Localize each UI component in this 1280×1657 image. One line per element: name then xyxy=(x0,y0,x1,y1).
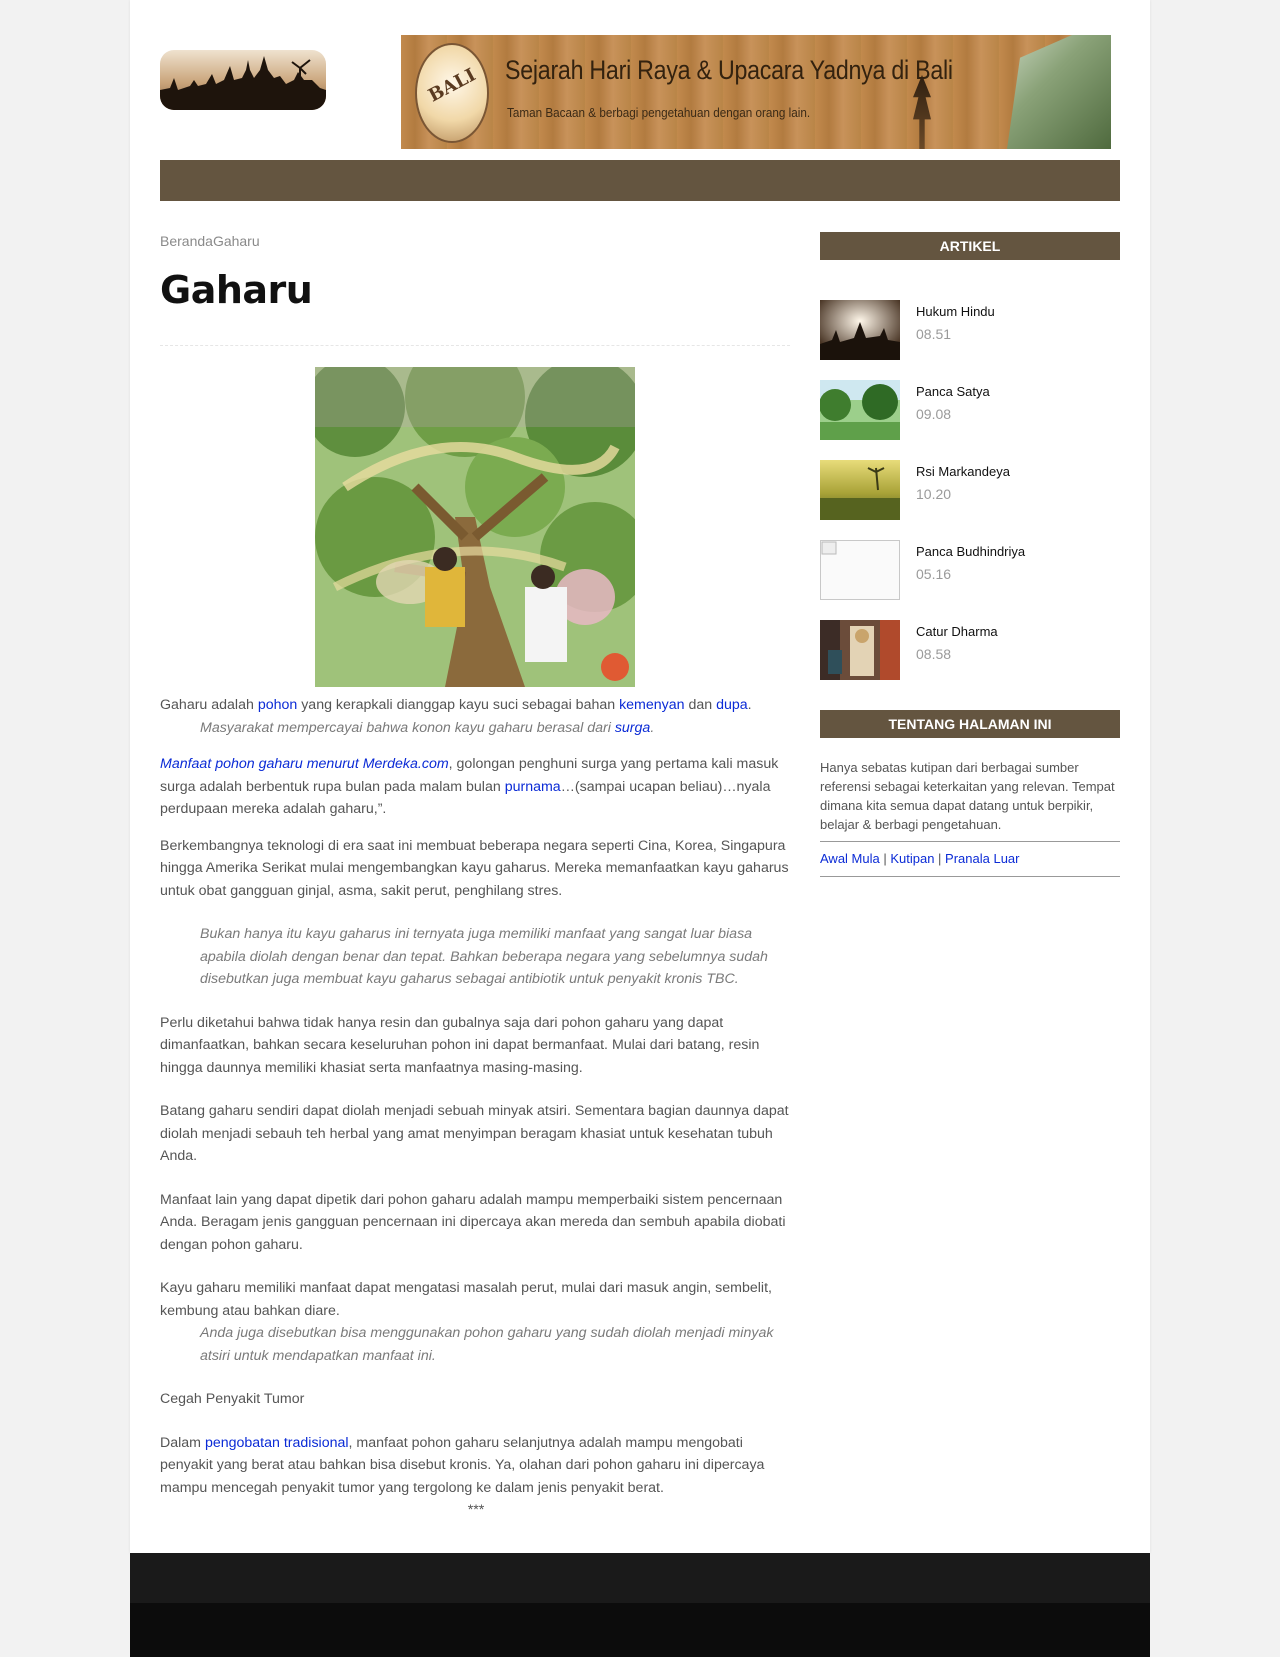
post-time: 10.20 xyxy=(916,486,952,502)
paragraph-merdeka: Manfaat pohon gaharu menurut Merdeka.com… xyxy=(160,753,792,821)
banner-subtitle: Taman Bacaan & berbagi pengetahuan denga… xyxy=(507,105,811,120)
page-title: Gaharu xyxy=(160,268,313,312)
breadcrumb: BerandaGaharu xyxy=(160,233,260,249)
widget-heading-about: TENTANG HALAMAN INI xyxy=(820,710,1120,738)
sidebar-post[interactable]: Rsi Markandeya 10.20 xyxy=(820,460,1120,520)
link-surga[interactable]: surga xyxy=(615,720,651,736)
site-logo[interactable] xyxy=(160,50,326,110)
banner-title: Sejarah Hari Raya & Upacara Yadnya di Ba… xyxy=(505,55,953,85)
post-thumbnail-broken-image[interactable] xyxy=(820,540,900,600)
paragraph-pencernaan: Manfaat lain yang dapat dipetik dari poh… xyxy=(160,1191,786,1253)
blockquote-surga: Masyarakat mempercayai bahwa konon kayu … xyxy=(200,717,792,740)
gaharu-tree-illustration xyxy=(305,337,650,687)
about-divider-top xyxy=(820,841,1120,842)
sidebar-post[interactable]: Catur Dharma 08.58 xyxy=(820,620,1120,680)
text: dan xyxy=(684,697,717,713)
about-text: Hanya sebatas kutipan dari berbagai sumb… xyxy=(820,760,1115,832)
paragraph-teknologi: Berkembangnya teknologi di era saat ini … xyxy=(160,837,789,899)
footer-bottom xyxy=(130,1603,1150,1657)
bali-badge-icon: BALI xyxy=(415,43,489,143)
blockquote-antibiotik: Bukan hanya itu kayu gaharus ini ternyat… xyxy=(200,926,768,987)
link-pengobatan-tradisional[interactable]: pengobatan tradisional xyxy=(205,1435,349,1451)
main-navbar xyxy=(160,160,1120,201)
paragraph-batang: Batang gaharu sendiri dapat diolah menja… xyxy=(160,1103,789,1164)
banner-photo-collage xyxy=(1007,35,1111,149)
paragraph-resin: Perlu diketahui bahwa tidak hanya resin … xyxy=(160,1014,760,1076)
post-thumbnail[interactable] xyxy=(820,300,900,360)
post-time: 09.08 xyxy=(916,406,952,422)
breadcrumb-current: Gaharu xyxy=(212,233,260,249)
link-awal-mula[interactable]: Awal Mula xyxy=(820,851,880,866)
post-title[interactable]: Catur Dharma xyxy=(916,624,998,639)
link-pohon[interactable]: pohon xyxy=(258,697,297,713)
paragraph-intro: Gaharu adalah pohon yang kerapkali diang… xyxy=(160,694,792,717)
breadcrumb-home-link[interactable]: Beranda xyxy=(160,233,213,249)
post-time: 08.58 xyxy=(916,646,952,662)
article-illustration[interactable] xyxy=(305,337,650,687)
paragraph-pengobatan: Dalam pengobatan tradisional, manfaat po… xyxy=(160,1432,792,1500)
link-kemenyan[interactable]: kemenyan xyxy=(619,697,684,713)
subheading-tumor: Cegah Penyakit Tumor xyxy=(160,1391,305,1407)
header-banner[interactable]: BALI Sejarah Hari Raya & Upacara Yadnya … xyxy=(401,35,1111,149)
post-thumbnail[interactable] xyxy=(820,380,900,440)
paragraph-perut: Kayu gaharu memiliki manfaat dapat menga… xyxy=(160,1280,772,1319)
post-title[interactable]: Panca Budhindriya xyxy=(916,544,1025,559)
post-title[interactable]: Hukum Hindu xyxy=(916,304,995,319)
text: Dalam xyxy=(160,1434,205,1451)
temple-silhouette-icon xyxy=(160,56,326,110)
banner-badge-text: BALI xyxy=(425,64,480,107)
post-time: 08.51 xyxy=(916,326,952,342)
footer-top xyxy=(130,1553,1150,1603)
link-separator: | xyxy=(879,851,891,866)
post-time: 05.16 xyxy=(916,566,952,582)
about-divider-bottom xyxy=(820,876,1120,877)
widget-heading-artikel: ARTIKEL xyxy=(820,232,1120,260)
link-dupa[interactable]: dupa xyxy=(716,697,748,713)
article-end-mark: *** xyxy=(467,1502,485,1518)
sidebar-post[interactable]: Panca Satya 09.08 xyxy=(820,380,1120,440)
text: . xyxy=(747,697,752,713)
post-title[interactable]: Rsi Markandeya xyxy=(916,464,1010,479)
about-links: Awal Mula | Kutipan | Pranala Luar xyxy=(820,851,1020,866)
sidebar-post[interactable]: Panca Budhindriya 05.16 xyxy=(820,540,1120,600)
text: . xyxy=(650,719,655,736)
title-divider xyxy=(160,345,790,346)
text: yang kerapkali dianggap kayu suci sebaga… xyxy=(297,697,620,713)
link-pranala-luar[interactable]: Pranala Luar xyxy=(945,851,1019,866)
post-thumbnail[interactable] xyxy=(820,620,900,680)
text: Masyarakat mempercayai bahwa konon kayu … xyxy=(200,719,615,736)
sidebar-post[interactable]: Hukum Hindu 08.51 xyxy=(820,300,1120,360)
link-purnama[interactable]: purnama xyxy=(505,779,561,795)
blockquote-minyak: Anda juga disebutkan bisa menggunakan po… xyxy=(200,1325,774,1364)
article-body: Gaharu adalah pohon yang kerapkali diang… xyxy=(160,694,792,1522)
temple-icon xyxy=(913,75,931,149)
text: Gaharu adalah xyxy=(160,697,258,713)
post-title[interactable]: Panca Satya xyxy=(916,384,990,399)
link-kutipan[interactable]: Kutipan xyxy=(890,851,934,866)
link-separator: | xyxy=(934,851,946,866)
link-merdeka[interactable]: Manfaat pohon gaharu menurut Merdeka.com xyxy=(160,756,449,772)
post-thumbnail[interactable] xyxy=(820,460,900,520)
